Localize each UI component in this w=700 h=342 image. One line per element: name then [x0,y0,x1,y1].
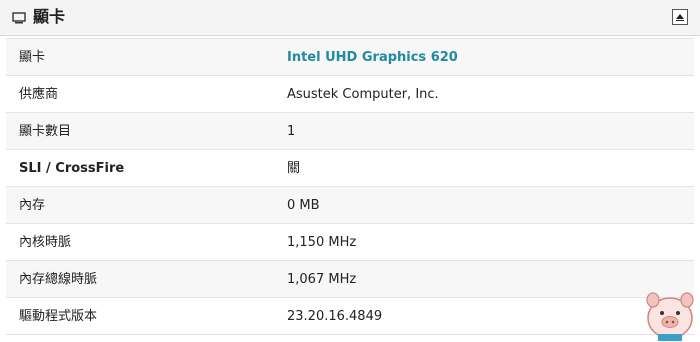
row-label-gpu: 顯卡 [19,50,46,65]
table-row: SLI / CrossFire 關 [6,150,694,187]
row-value-driver-version: 23.20.16.4849 [287,309,383,324]
row-value-memory: 0 MB [287,198,320,213]
gpu-model-link[interactable]: Intel UHD Graphics 620 [287,39,458,76]
table-row: 驅動程式版本 23.20.16.4849 [6,298,694,335]
table-row: 內存總線時脈 1,067 MHz [6,261,694,298]
table-row: 內核時脈 1,150 MHz [6,224,694,261]
table-row: 顯卡數目 1 [6,113,694,150]
row-label-sli-crossfire: SLI / CrossFire [19,161,125,176]
row-label-core-clock: 內核時脈 [19,235,72,250]
gpu-info-table: 顯卡 Intel UHD Graphics 620 供應商 Asustek Co… [6,38,694,335]
row-label-gpu-count: 顯卡數目 [19,124,72,139]
row-label-driver-version: 驅動程式版本 [19,309,98,324]
row-value-sli-crossfire: 關 [287,161,301,176]
collapse-button[interactable] [672,9,688,25]
panel-header: 顯卡 [0,0,700,36]
pig-mascot-icon [646,292,694,341]
row-label-memory: 內存 [19,198,46,213]
row-value-gpu-count: 1 [287,124,296,139]
row-value-memory-clock: 1,067 MHz [287,272,357,287]
collapse-up-icon [676,14,684,21]
table-row: 顯卡 Intel UHD Graphics 620 [6,39,694,76]
row-value-vendor: Asustek Computer, Inc. [287,87,439,102]
row-value-core-clock: 1,150 MHz [287,235,357,250]
table-row: 供應商 Asustek Computer, Inc. [6,76,694,113]
panel-title: 顯卡 [33,7,66,26]
table-row: 內存 0 MB [6,187,694,224]
monitor-icon [12,12,26,24]
row-label-vendor: 供應商 [19,87,59,102]
row-label-memory-clock: 內存總線時脈 [19,272,98,287]
